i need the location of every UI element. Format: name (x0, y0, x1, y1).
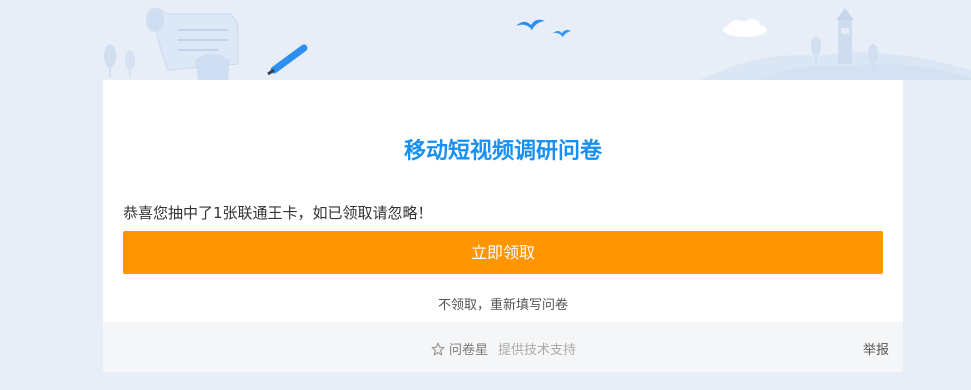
cloud-icon (723, 19, 767, 37)
prize-message: 恭喜您抽中了1张联通王卡，如已领取请忽略！ (123, 204, 433, 222)
survey-result-page: 移动短视频调研问卷 恭喜您抽中了1张联通王卡，如已领取请忽略！ 立即领取 不领取… (0, 0, 971, 390)
star-outline-icon (431, 342, 445, 355)
page-title: 移动短视频调研问卷 (403, 139, 602, 164)
refill-survey-link[interactable]: 不领取，重新填写问卷 (103, 294, 903, 313)
footer-bar: 问卷星 提供技术支持 举报 (103, 322, 903, 372)
support-text: 提供技术支持 (498, 343, 577, 358)
report-link[interactable]: 举报 (863, 339, 889, 358)
result-card: 移动短视频调研问卷 恭喜您抽中了1张联通王卡，如已领取请忽略！ 立即领取 不领取… (103, 80, 903, 322)
lighthouse-icon (836, 8, 854, 64)
scroll-paper-icon (146, 8, 239, 80)
brand-name[interactable]: 问卷星 (449, 339, 488, 358)
pen-icon (267, 44, 308, 76)
bird-icon (553, 29, 571, 37)
bird-icon (516, 19, 545, 30)
footer-brand: 问卷星 提供技术支持 (431, 339, 576, 358)
claim-button[interactable]: 立即领取 (123, 231, 883, 274)
header-scenery-illustration (104, 8, 971, 80)
